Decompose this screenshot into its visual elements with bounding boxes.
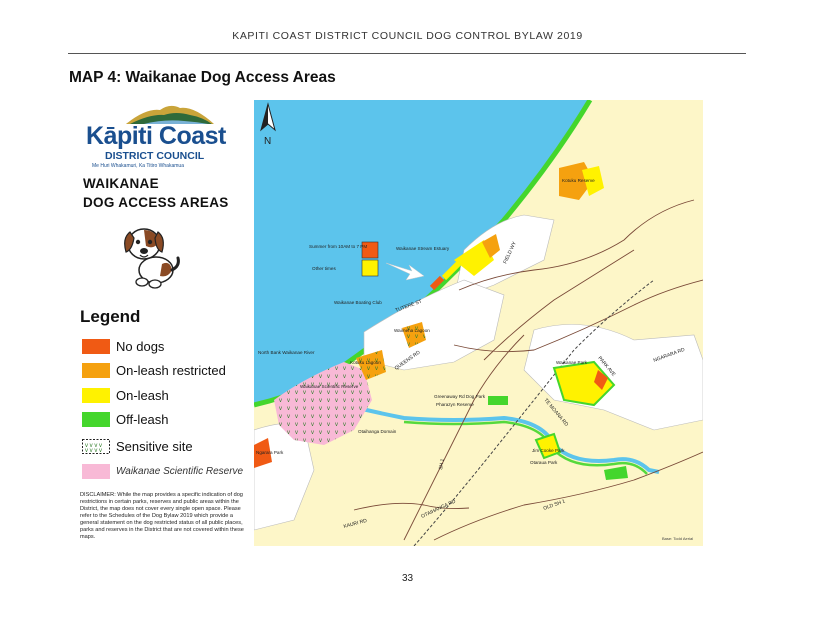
label-greenaway-park: Greenaway Rd Dog Park (434, 394, 486, 399)
label-ngarara-park: Ngarara Park (256, 450, 284, 455)
north-label: N (264, 136, 271, 147)
map-title: MAP 4: Waikanae Dog Access Areas (69, 69, 336, 86)
legend-label: Sensitive site (116, 439, 193, 454)
label-jim-cooke-park: Jim Cooke Park (532, 448, 565, 453)
label-pharazyn-reserve: Pharazyn Reserve (436, 402, 474, 407)
off-leash-river-east (604, 466, 628, 480)
legend-item-on-leash-restricted: On-leash restricted (82, 362, 226, 379)
page-number: 33 (401, 573, 414, 584)
legend-item-on-leash: On-leash (82, 387, 169, 404)
swatch-on-leash-restricted (82, 363, 110, 378)
greenaway-park-area (488, 396, 508, 405)
label-lagoon: Waimeha Lagoon (394, 328, 430, 333)
swatch-no-dogs (82, 339, 110, 354)
header-rule (68, 53, 746, 54)
legend-item-no-dogs: No dogs (82, 338, 164, 355)
disclaimer: DISCLAIMER: While the map provides a spe… (80, 492, 244, 540)
legend-item-off-leash: Off-leash (82, 411, 169, 428)
legend-item-sensitive-site: v v v v v v v v Sensitive site (82, 438, 193, 455)
label-kotuku-reserve: Kotuku Reserve (562, 178, 595, 183)
logo-subtitle: DISTRICT COUNCIL (105, 150, 205, 162)
legend-label: No dogs (116, 339, 165, 354)
label-old-sh1: OLD SH 1 (543, 498, 567, 512)
svg-text:v v v v: v v v v (85, 448, 102, 454)
legend-title: Legend (80, 307, 141, 326)
swatch-sensitive-site: v v v v v v v v (82, 439, 110, 454)
area-title-line2: DOG ACCESS AREAS (83, 195, 229, 210)
jim-cooke-park-area (534, 432, 562, 460)
label-scientific-reserve: Waikanae Scientific Reserve (300, 384, 359, 389)
label-river-north: North Bank Waikanae River (258, 350, 315, 355)
logo-tagline: Me Huri Whakamuri, Ka Titiro Whakamua (92, 163, 184, 169)
inset-summer-label: Summer from 10AM to 7 PM (309, 244, 367, 249)
label-otaraua-park: Otaraua Park (530, 460, 558, 465)
swatch-off-leash (82, 412, 110, 427)
dog-access-map: v v (254, 100, 703, 546)
label-sh1: SH 1 (438, 458, 446, 470)
label-kauri-rd: KAURI RD (343, 518, 368, 530)
map-canvas: v v (254, 100, 703, 546)
page-header: KAPITI COAST DISTRICT COUNCIL DOG CONTRO… (232, 30, 583, 42)
legend-label: Off-leash (116, 412, 169, 427)
swatch-on-leash (82, 388, 110, 403)
swatch-scientific-reserve (82, 464, 110, 479)
area-title-line1: WAIKANAE (83, 176, 159, 191)
label-kotuku-lagoon: Kotuku Lagoon (350, 360, 381, 365)
legend-label: On-leash restricted (116, 363, 226, 378)
logo-name: Kāpiti Coast (86, 122, 226, 150)
dog-icon (124, 228, 180, 289)
urban-area-east (523, 324, 703, 431)
legend-item-scientific-reserve: Waikanae Scientific Reserve (82, 463, 243, 480)
map-credit: Base: Todd Aerial (662, 536, 693, 541)
label-boating-club: Waikanae Boating Club (334, 300, 382, 305)
legend-label: Waikanae Scientific Reserve (116, 466, 244, 477)
label-waikanae-park: Waikanae Park (556, 360, 588, 365)
label-otaihanga-rd: OTAIHANGA RD (420, 498, 457, 519)
label-otaihanga-domain: Otaihanga Domain (358, 429, 397, 434)
label-stream-estuary: Waikanae Stream Estuary (396, 246, 450, 251)
legend-label: On-leash (116, 388, 169, 403)
inset-other-label: Other times (312, 266, 336, 271)
legend-panel: Kāpiti Coast DISTRICT COUNCIL Me Huri Wh… (72, 100, 254, 546)
